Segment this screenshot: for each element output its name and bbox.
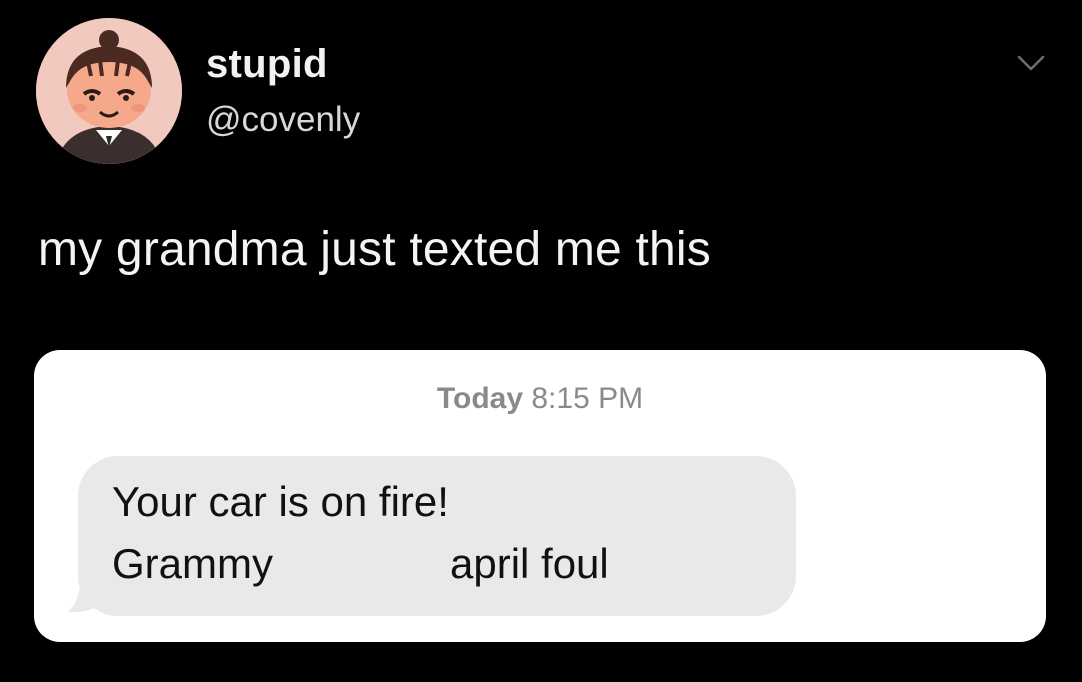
- tweet: stupid @covenly my grandma just texted m…: [0, 0, 1082, 682]
- message-line-1: Your car is on fire!: [112, 478, 449, 525]
- chevron-down-icon[interactable]: [1016, 52, 1046, 74]
- message-line-2-left: Grammy: [112, 540, 273, 587]
- user-handle[interactable]: @covenly: [206, 100, 360, 140]
- message-screenshot[interactable]: Today 8:15 PM Your car is on fire! Gramm…: [34, 350, 1046, 642]
- display-name[interactable]: stupid: [206, 42, 328, 87]
- message-timestamp: Today 8:15 PM: [34, 382, 1046, 416]
- timestamp-time: 8:15 PM: [531, 382, 644, 415]
- message-line-2-right: april foul: [450, 540, 609, 587]
- avatar[interactable]: [36, 18, 182, 164]
- timestamp-day: Today: [436, 382, 524, 415]
- message-bubble[interactable]: Your car is on fire! Grammy april foul: [78, 456, 796, 616]
- tweet-text: my grandma just texted me this: [38, 223, 711, 276]
- villager-avatar-icon: [36, 18, 182, 164]
